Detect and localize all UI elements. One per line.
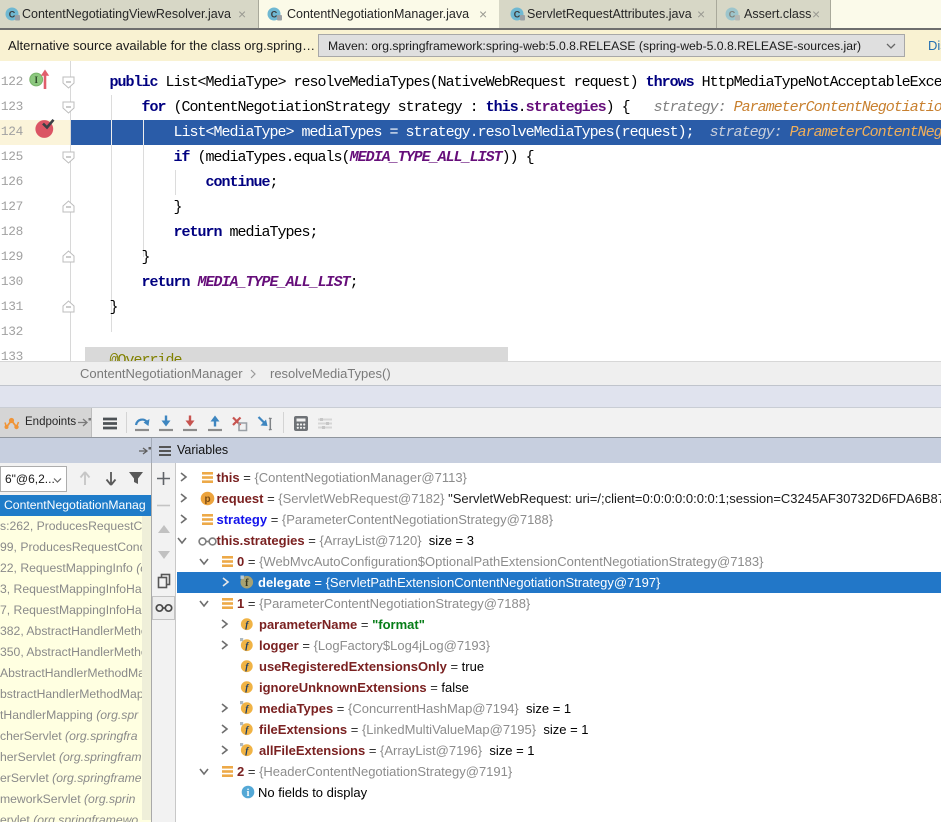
svg-text:i: i [246,788,249,799]
svg-text:C: C [514,10,521,20]
svg-text:C: C [271,10,278,20]
svg-text:C: C [729,10,736,20]
svg-text:I: I [34,75,38,85]
svg-text:p: p [204,494,210,505]
svg-text:C: C [9,10,16,20]
